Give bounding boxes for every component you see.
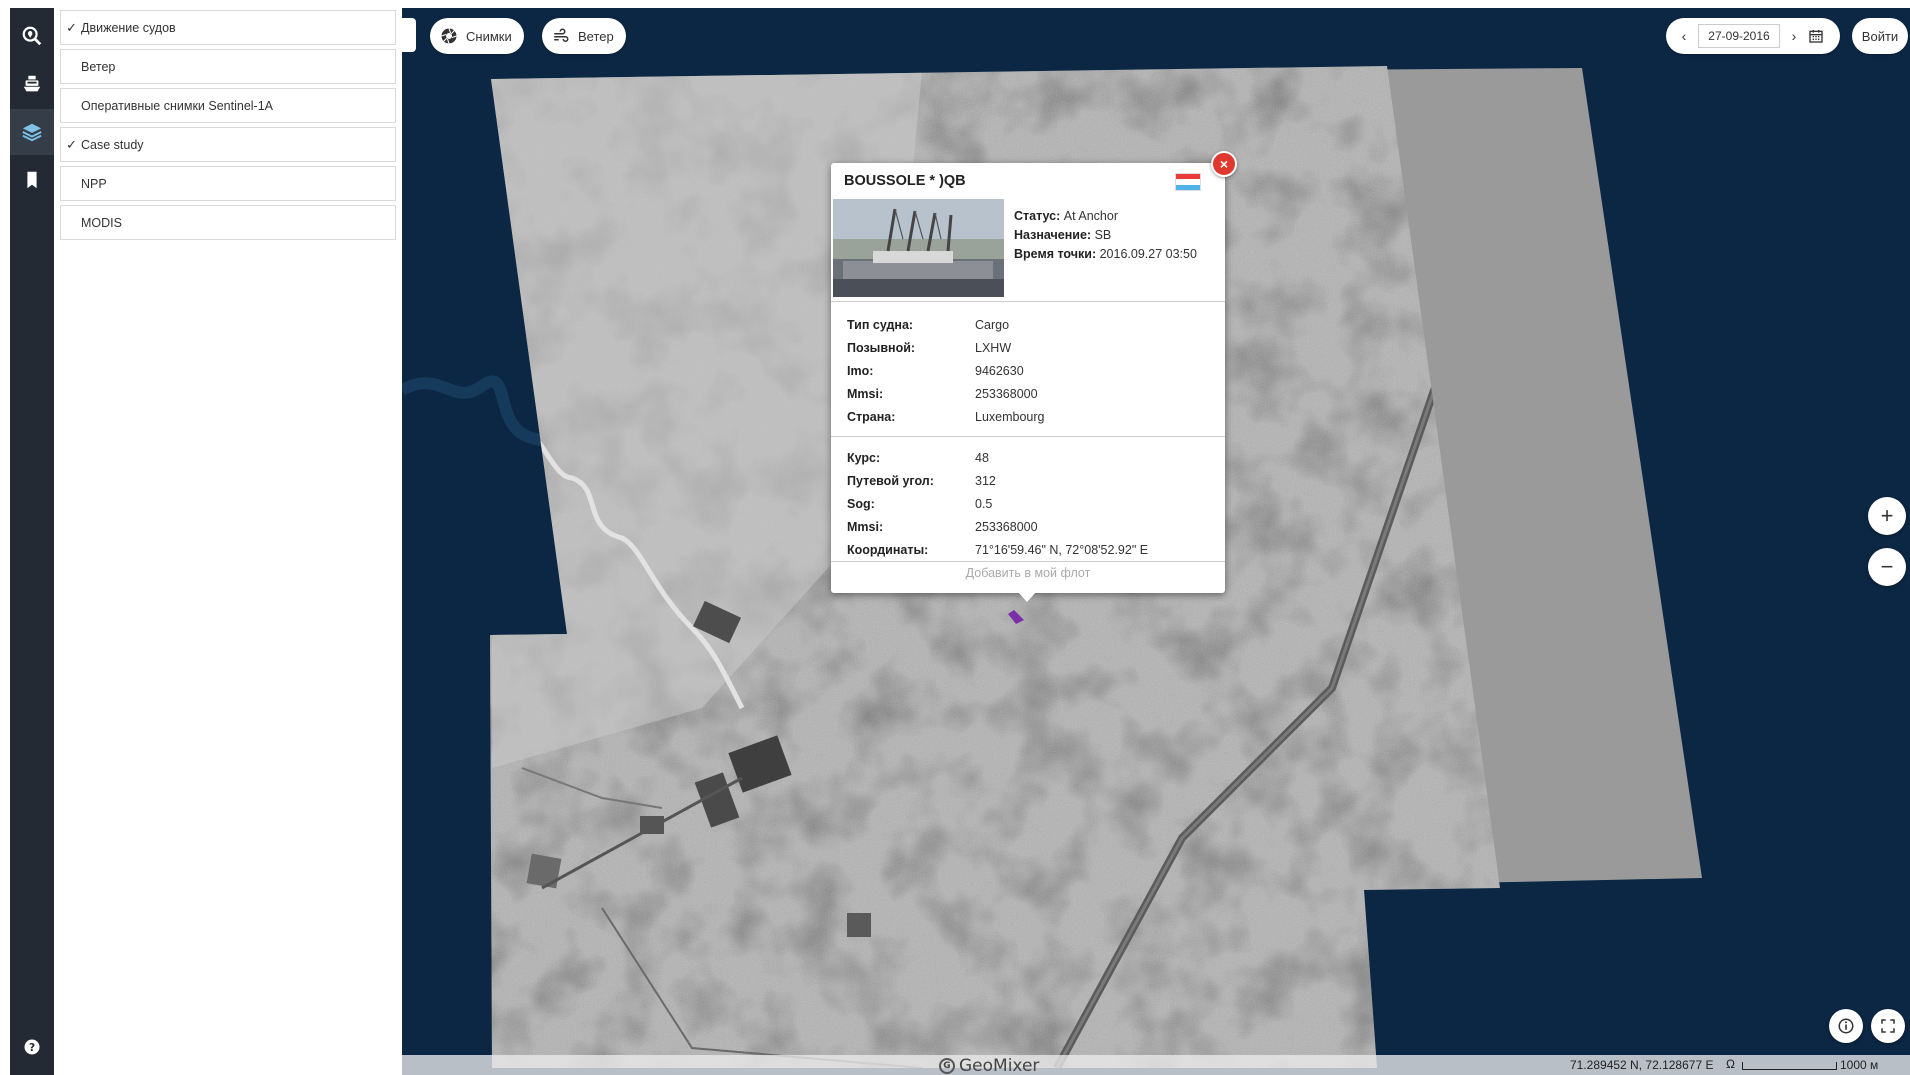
vessel-summary: Статус: At Anchor Назначение: SB Время т… [1014, 207, 1197, 264]
prop-value: Luxembourg [975, 410, 1045, 424]
login-button[interactable]: Войти [1852, 18, 1908, 54]
prop-value: 312 [975, 474, 996, 488]
bookmark-icon [27, 171, 37, 189]
help-button[interactable]: ? [10, 1027, 54, 1067]
summary-key: Время точки: [1014, 247, 1097, 261]
wind-icon [554, 28, 569, 42]
info-icon [1838, 1018, 1854, 1034]
svg-text:?: ? [29, 1042, 35, 1054]
fullscreen-icon [1881, 1019, 1895, 1033]
summary-value: 2016.09.27 03:50 [1099, 247, 1197, 261]
summary-row: Статус: At Anchor [1014, 207, 1197, 226]
layer-label: Case study [81, 137, 144, 152]
add-to-fleet-link[interactable]: Добавить в мой флот [831, 566, 1225, 580]
layer-checkmark: ✓ [66, 19, 77, 35]
help-icon: ? [24, 1039, 40, 1055]
date-field[interactable]: 27-09-2016 [1698, 24, 1780, 48]
layer-label: Движение судов [81, 20, 176, 35]
logo-text: GeoMixer [959, 1056, 1040, 1075]
prop-key: Mmsi: [847, 387, 884, 401]
prop-key: Курс: [847, 451, 881, 465]
snapshots-label: Снимки [466, 28, 512, 44]
prop-key: Тип судна: [847, 318, 914, 332]
prop-key: Страна: [847, 410, 896, 424]
next-date-button[interactable]: › [1786, 28, 1802, 44]
divider [831, 301, 1225, 302]
layers-panel: ✓ Движение судов Ветер Оперативные снимк… [54, 8, 402, 1075]
vessel-photo [833, 199, 1004, 297]
ships-button[interactable] [10, 61, 54, 107]
date-picker: ‹ 27-09-2016 › [1666, 18, 1840, 54]
snapshots-button[interactable]: Снимки [430, 18, 524, 54]
aperture-icon [441, 28, 457, 44]
prop-value: 71°16'59.46" N, 72°08'52.92" E [975, 543, 1149, 557]
summary-row: Время точки: 2016.09.27 03:50 [1014, 245, 1197, 264]
prev-date-button[interactable]: ‹ [1676, 28, 1692, 44]
fullscreen-button[interactable] [1871, 1009, 1905, 1043]
prop-value: 253368000 [975, 520, 1038, 534]
cursor-coordinates[interactable]: 71.289452 N, 72.128677 E [1570, 1058, 1713, 1072]
prop-value: LXHW [975, 341, 1012, 355]
divider [831, 436, 1225, 437]
search-location-icon [22, 26, 42, 46]
prop-key: Путевой угол: [847, 474, 934, 488]
summary-value: SB [1094, 228, 1112, 242]
search-location-button[interactable] [10, 13, 54, 59]
layer-item-modis[interactable]: MODIS [60, 205, 396, 240]
prop-key: Imo: [847, 364, 874, 378]
layer-label: NPP [81, 176, 107, 191]
ship-icon [23, 75, 41, 92]
prop-key: Sog: [847, 497, 875, 511]
prop-value: Cargo [975, 318, 1010, 332]
prop-key: Позывной: [847, 341, 916, 355]
layer-label: MODIS [81, 215, 122, 230]
zoom-out-button[interactable]: − [1868, 548, 1906, 586]
map-status-bar: G GeoMixer 71.289452 N, 72.128677 E Ω 10… [402, 1055, 1910, 1075]
layer-checkmark: ✓ [66, 136, 77, 152]
vessel-name: BOUSSOLE * )QB [844, 173, 966, 189]
divider [831, 561, 1225, 562]
summary-value: At Anchor [1063, 209, 1118, 223]
flag-stripe [1176, 184, 1200, 190]
logo-icon: G [939, 1058, 955, 1074]
layer-item-wind[interactable]: Ветер [60, 49, 396, 84]
prop-value: 253368000 [975, 387, 1038, 401]
calendar-icon[interactable] [1808, 28, 1824, 44]
prop-value: 48 [975, 451, 989, 465]
tool-rail: ? [10, 8, 54, 1075]
prop-key: Mmsi: [847, 520, 884, 534]
scale-bar [1742, 1062, 1837, 1070]
layers-button[interactable] [10, 109, 54, 155]
wind-label: Ветер [578, 28, 614, 44]
layer-item-case-study[interactable]: ✓ Case study [60, 127, 396, 162]
prop-key: Координаты: [847, 543, 929, 557]
layer-label: Ветер [81, 59, 116, 74]
wind-button[interactable]: Ветер [542, 18, 626, 54]
info-button[interactable] [1829, 1009, 1863, 1043]
layer-item-ship-traffic[interactable]: ✓ Движение судов [60, 10, 396, 45]
prop-value: 0.5 [975, 497, 993, 511]
layer-label: Оперативные снимки Sentinel-1A [81, 98, 274, 113]
bookmarks-button[interactable] [10, 157, 54, 203]
scale-ruler-icon: Ω [1726, 1057, 1735, 1071]
summary-key: Статус: [1014, 209, 1061, 223]
vessel-popup: BOUSSOLE * )QB × Статус: At Anchor Назна… [831, 151, 1237, 602]
map-view[interactable]: Снимки Ветер ‹ 27-09-2016 › Войти + − BO… [402, 8, 1910, 1075]
prop-value: 9462630 [975, 364, 1024, 378]
summary-row: Назначение: SB [1014, 226, 1197, 245]
summary-key: Назначение: [1014, 228, 1092, 242]
panel-collapse-tab[interactable] [402, 18, 416, 52]
close-popup-button[interactable]: × [1211, 151, 1237, 177]
geomixer-logo: G GeoMixer [939, 1056, 1039, 1075]
zoom-in-button[interactable]: + [1868, 497, 1906, 535]
country-flag-icon [1175, 173, 1201, 191]
layer-item-sentinel[interactable]: Оперативные снимки Sentinel-1A [60, 88, 396, 123]
layers-icon [22, 123, 42, 142]
layer-item-npp[interactable]: NPP [60, 166, 396, 201]
popup-pointer [1017, 591, 1037, 602]
scale-label: 1000 м [1840, 1058, 1879, 1072]
